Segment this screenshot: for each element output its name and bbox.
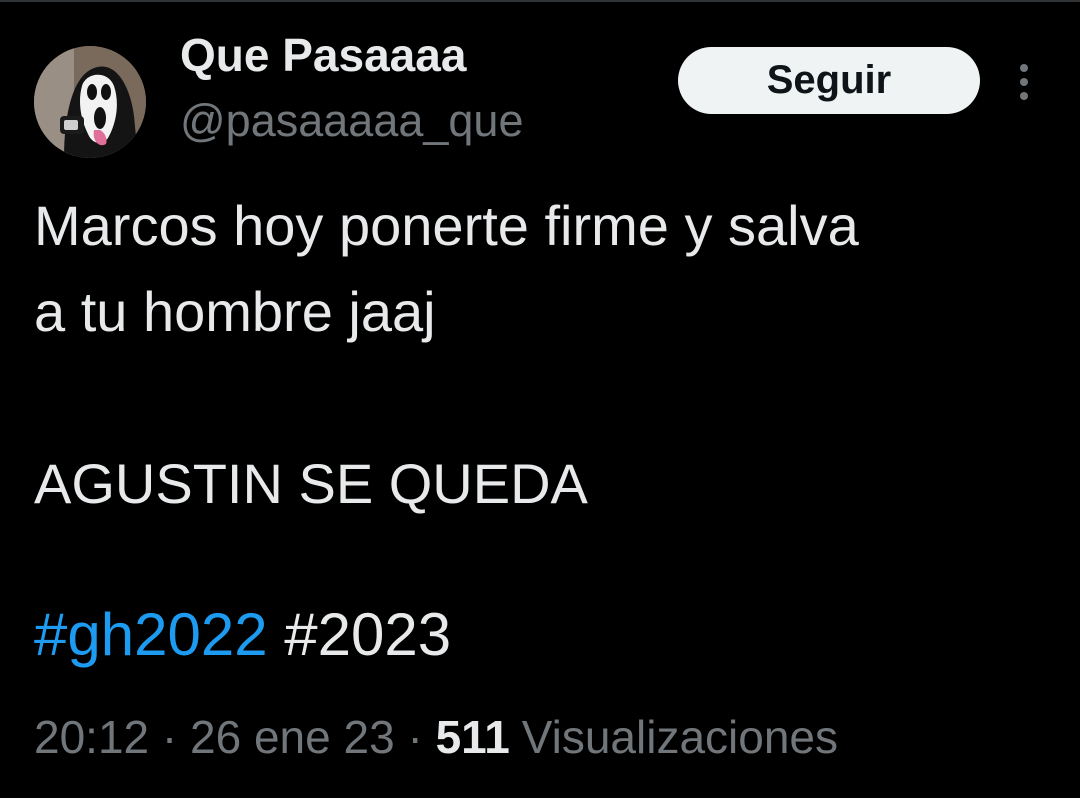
top-divider <box>0 0 1080 2</box>
hashtag-2023: #2023 <box>284 601 452 668</box>
author-display-name[interactable]: Que Pasaaaa <box>180 28 466 82</box>
follow-button[interactable]: Seguir <box>678 47 980 114</box>
views-count: 511 <box>435 711 510 763</box>
avatar[interactable] <box>34 46 146 158</box>
tweet-line: Marcos hoy ponerte firme y salva <box>34 194 859 257</box>
scream-mask-avatar-icon <box>34 46 146 158</box>
author-handle[interactable]: @pasaaaaa_que <box>180 95 523 147</box>
more-vertical-icon[interactable] <box>1008 62 1040 102</box>
tweet-line: a tu hombre jaaj <box>34 280 436 343</box>
hashtag-line: #gh2022 #2023 <box>34 600 451 669</box>
tweet-meta: 20:12 · 26 ene 23 · 511 Visualizaciones <box>34 710 838 764</box>
meta-separator: · <box>407 711 423 763</box>
tweet-line: AGUSTIN SE QUEDA <box>34 452 588 515</box>
views-label: Visualizaciones <box>521 711 839 763</box>
meta-separator: · <box>161 711 178 763</box>
tweet-date[interactable]: 26 ene 23 <box>190 711 395 763</box>
tweet-text: Marcos hoy ponerte firme y salva a tu ho… <box>34 183 1044 527</box>
hashtag-gh2022-link[interactable]: #gh2022 <box>34 601 268 668</box>
tweet-time[interactable]: 20:12 <box>34 711 149 763</box>
